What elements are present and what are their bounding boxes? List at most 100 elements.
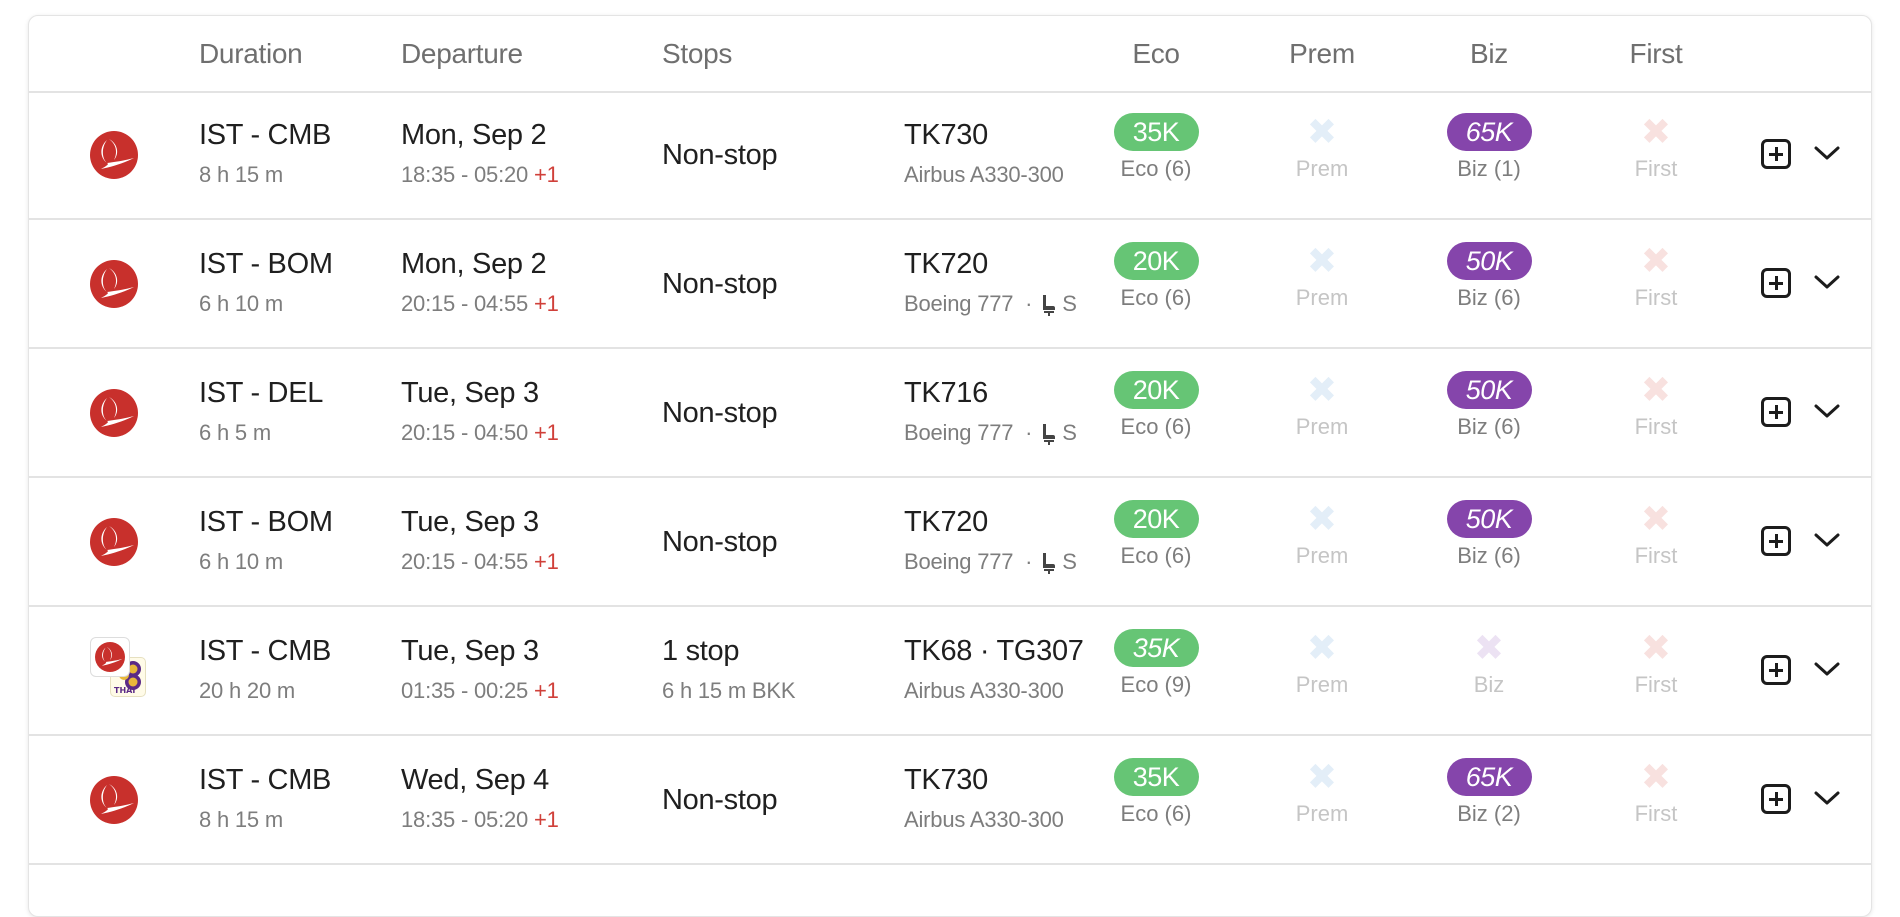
flight-row[interactable]: IST - BOM 6 h 10 m Mon, Sep 2 20:15 - 04… bbox=[29, 220, 1871, 349]
fare-first: ✖ First bbox=[1586, 371, 1726, 440]
award-price-pill[interactable]: 20K bbox=[1113, 500, 1199, 538]
fare-eco[interactable]: 20K Eco (6) bbox=[1086, 500, 1226, 569]
header-prem[interactable]: Prem bbox=[1289, 38, 1355, 70]
fare-eco[interactable]: 20K Eco (6) bbox=[1086, 371, 1226, 440]
unavailable-x-icon: ✖ bbox=[1640, 627, 1672, 668]
fare-biz: ✖ Biz bbox=[1419, 629, 1559, 698]
stops: 1 stop bbox=[662, 635, 740, 667]
airline-logo bbox=[90, 389, 138, 437]
chevron-down-icon[interactable] bbox=[1813, 789, 1841, 807]
award-price-pill[interactable]: 65K bbox=[1446, 113, 1532, 151]
award-price-pill[interactable]: 50K bbox=[1446, 242, 1532, 280]
flight-row[interactable]: IST - CMB 8 h 15 m Mon, Sep 2 18:35 - 05… bbox=[29, 91, 1871, 220]
departure-date: Tue, Sep 3 bbox=[401, 377, 539, 409]
aircraft-type: Airbus A330-300 bbox=[904, 162, 1064, 187]
departure-times: 18:35 - 05:20 +1 bbox=[401, 807, 559, 833]
fare-prem: ✖ Prem bbox=[1252, 758, 1392, 827]
cabin-label: Prem bbox=[1295, 672, 1349, 697]
header-biz[interactable]: Biz bbox=[1470, 38, 1508, 70]
aircraft: Airbus A330-300 bbox=[904, 162, 1082, 188]
chevron-down-icon[interactable] bbox=[1813, 531, 1841, 549]
fare-prem: ✖ Prem bbox=[1252, 629, 1392, 698]
chevron-down-icon[interactable] bbox=[1813, 660, 1841, 678]
header-departure[interactable]: Departure bbox=[401, 38, 523, 70]
times: 20:15 - 04:50 bbox=[401, 420, 529, 445]
seats-available-label: Eco (6) bbox=[1120, 414, 1192, 439]
flight-row[interactable]: THAI IST - CMB 20 h 20 m Tue, Sep 3 01:3… bbox=[29, 607, 1871, 736]
departure-date: Mon, Sep 2 bbox=[401, 248, 547, 280]
fare-biz[interactable]: 50K Biz (6) bbox=[1419, 500, 1559, 569]
unavailable-x-icon: ✖ bbox=[1306, 369, 1338, 410]
seat-icon bbox=[1043, 553, 1056, 575]
chevron-down-icon[interactable] bbox=[1813, 273, 1841, 291]
cabin-label: First bbox=[1634, 801, 1678, 826]
add-flight-button[interactable] bbox=[1761, 397, 1791, 427]
svg-text:THAI: THAI bbox=[114, 686, 135, 695]
chevron-down-icon[interactable] bbox=[1813, 144, 1841, 162]
fare-biz[interactable]: 50K Biz (6) bbox=[1419, 371, 1559, 440]
award-price-pill[interactable]: 20K bbox=[1113, 371, 1199, 409]
award-price-pill[interactable]: 35K bbox=[1113, 629, 1199, 667]
flight-results-table: Duration Departure Stops Eco Prem Biz Fi… bbox=[28, 15, 1872, 917]
flight-row[interactable]: IST - BOM 6 h 10 m Tue, Sep 3 20:15 - 04… bbox=[29, 478, 1871, 607]
flight-number: TK720 bbox=[904, 248, 988, 280]
fare-biz[interactable]: 65K Biz (1) bbox=[1419, 113, 1559, 182]
add-flight-button[interactable] bbox=[1761, 268, 1791, 298]
award-price-pill[interactable]: 50K bbox=[1446, 500, 1532, 538]
flight-number: TK716 bbox=[904, 377, 988, 409]
unavailable-x-icon: ✖ bbox=[1640, 111, 1672, 152]
award-price-pill[interactable]: 20K bbox=[1113, 242, 1199, 280]
duration: 6 h 10 m bbox=[199, 549, 284, 574]
fare-eco[interactable]: 35K Eco (9) bbox=[1086, 629, 1226, 698]
seats-available-label: Biz (6) bbox=[1457, 414, 1521, 439]
cabin-label: Prem bbox=[1295, 543, 1349, 568]
header-first[interactable]: First bbox=[1630, 38, 1683, 70]
seats-available-label: Eco (6) bbox=[1120, 543, 1192, 568]
cabin-label: First bbox=[1634, 414, 1678, 439]
award-price-pill[interactable]: 35K bbox=[1113, 758, 1199, 796]
turkish-airlines-logo-icon bbox=[90, 131, 138, 179]
award-price-pill[interactable]: 50K bbox=[1446, 371, 1532, 409]
add-flight-button[interactable] bbox=[1761, 526, 1791, 556]
next-day-indicator: +1 bbox=[533, 678, 559, 703]
unavailable-x-icon: ✖ bbox=[1640, 498, 1672, 539]
turkish-airlines-logo-icon bbox=[90, 260, 138, 308]
airline-logos: THAI bbox=[90, 637, 152, 699]
aircraft: Airbus A330-300 bbox=[904, 678, 1082, 704]
chevron-down-icon[interactable] bbox=[1813, 402, 1841, 420]
header-eco[interactable]: Eco bbox=[1132, 38, 1180, 70]
unavailable-x-icon: ✖ bbox=[1640, 756, 1672, 797]
fare-biz[interactable]: 50K Biz (6) bbox=[1419, 242, 1559, 311]
fare-biz[interactable]: 65K Biz (2) bbox=[1419, 758, 1559, 827]
aircraft: Boeing 777 · S bbox=[904, 549, 1077, 575]
fare-prem: ✖ Prem bbox=[1252, 500, 1392, 569]
add-flight-button[interactable] bbox=[1761, 655, 1791, 685]
departure-date: Wed, Sep 4 bbox=[401, 764, 550, 796]
unavailable-x-icon: ✖ bbox=[1306, 627, 1338, 668]
cabin-label: Prem bbox=[1295, 801, 1349, 826]
add-flight-button[interactable] bbox=[1761, 139, 1791, 169]
add-flight-button[interactable] bbox=[1761, 784, 1791, 814]
header-stops[interactable]: Stops bbox=[662, 38, 732, 70]
flight-number: TK68 · TG307 bbox=[904, 635, 1084, 667]
seat-note: S bbox=[1062, 420, 1077, 445]
duration: 6 h 10 m bbox=[199, 291, 284, 316]
cabin-label: Biz bbox=[1473, 672, 1505, 697]
aircraft: Boeing 777 · S bbox=[904, 291, 1077, 317]
award-price-pill[interactable]: 35K bbox=[1113, 113, 1199, 151]
fare-eco[interactable]: 35K Eco (6) bbox=[1086, 758, 1226, 827]
cabin-label: First bbox=[1634, 285, 1678, 310]
header-duration[interactable]: Duration bbox=[199, 38, 303, 70]
next-day-indicator: +1 bbox=[533, 162, 559, 187]
award-price-pill[interactable]: 65K bbox=[1446, 758, 1532, 796]
duration: 8 h 15 m bbox=[199, 162, 284, 187]
flight-row[interactable]: IST - CMB 8 h 15 m Wed, Sep 4 18:35 - 05… bbox=[29, 736, 1871, 865]
duration: 20 h 20 m bbox=[199, 678, 296, 703]
cabin-label: Prem bbox=[1295, 285, 1349, 310]
departure-date: Tue, Sep 3 bbox=[401, 506, 539, 538]
flight-row[interactable]: IST - DEL 6 h 5 m Tue, Sep 3 20:15 - 04:… bbox=[29, 349, 1871, 478]
fare-eco[interactable]: 20K Eco (6) bbox=[1086, 242, 1226, 311]
turkish-airlines-logo-icon bbox=[90, 776, 138, 824]
times: 20:15 - 04:55 bbox=[401, 549, 529, 574]
fare-eco[interactable]: 35K Eco (6) bbox=[1086, 113, 1226, 182]
